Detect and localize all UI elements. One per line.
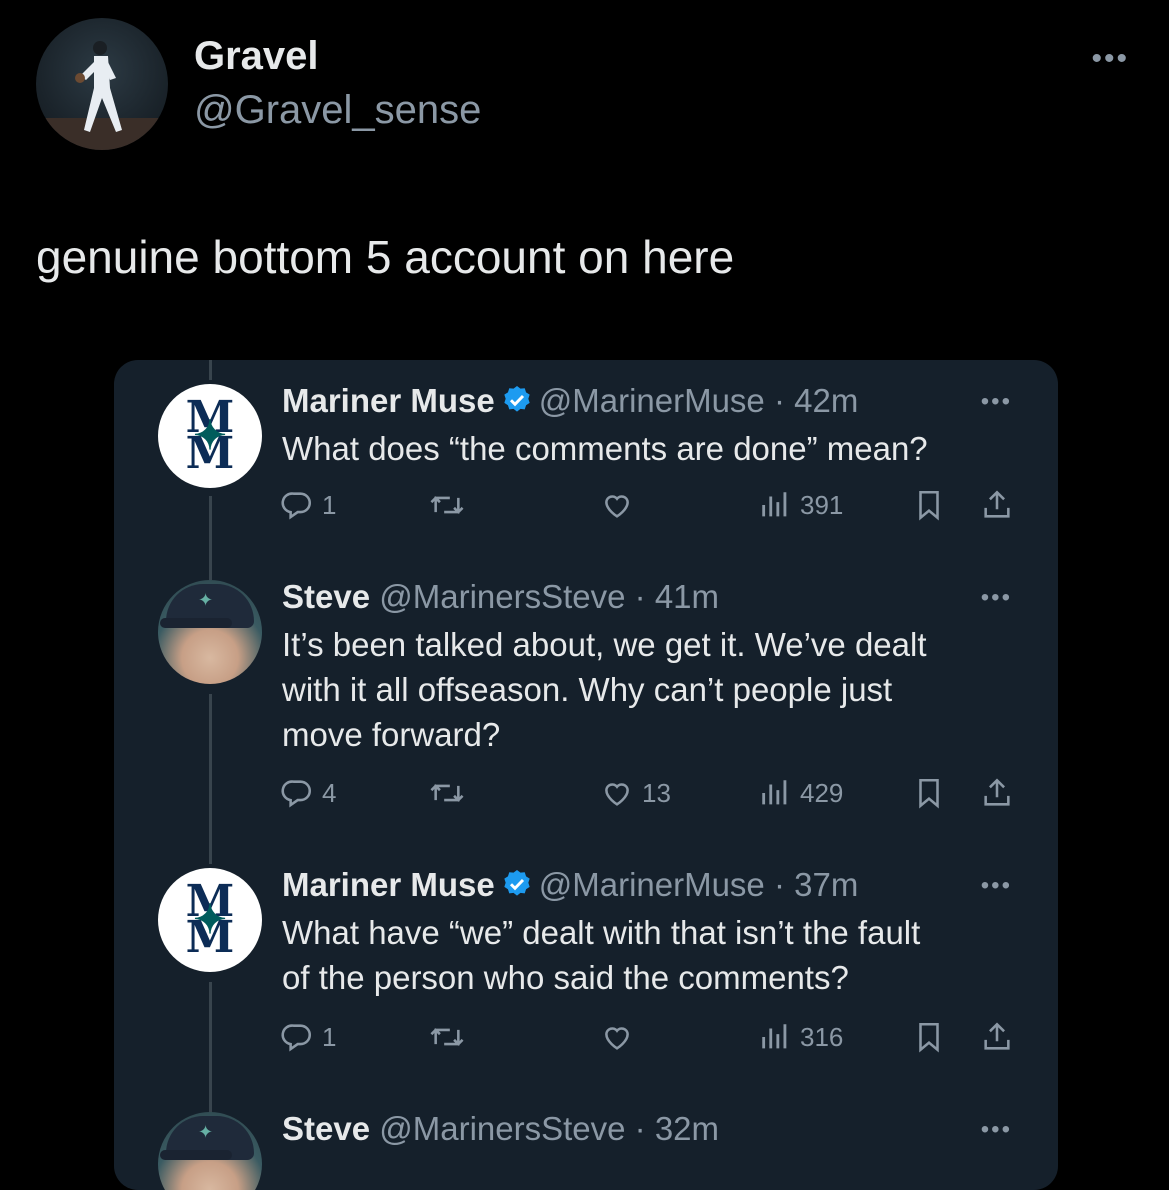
thread-line [209,694,212,864]
like-button[interactable] [600,1020,634,1054]
steve-avatar[interactable]: ✦ [158,580,262,684]
author-avatar[interactable] [36,18,168,150]
more-options-icon[interactable]: ••• [981,872,1012,900]
views-button[interactable]: 429 [758,776,843,810]
heart-icon [605,495,629,518]
bar-chart-icon [762,1024,787,1049]
views-button[interactable]: 391 [758,488,843,522]
mariners-logo: M M ✦ [185,876,235,963]
baseball-player-silhouette [36,41,168,150]
steve-avatar[interactable]: ✦ [158,1112,262,1190]
tweet-time: · 32m [634,1110,720,1147]
like-button[interactable] [600,488,634,522]
compass-star-icon: ✦ [193,412,227,459]
tweet-header: Steve @MarinersSteve · 32m [282,1110,719,1148]
tweet-text: What does “the comments are done” mean? [282,430,928,467]
tweet-header: Mariner Muse @MarinerMuse · 42m [282,382,858,420]
more-options-icon[interactable]: ••• [981,584,1012,612]
mariners-logo-avatar[interactable]: M M ✦ [158,868,262,972]
share-icon [984,778,1010,806]
share-button[interactable] [980,488,1014,522]
thread-line [209,360,212,380]
bookmark-icon [919,778,939,809]
verified-badge-icon [504,870,530,896]
tweet-actions: 4 13 429 [280,776,1020,816]
retweet-button[interactable] [428,776,466,810]
tweet-author-name[interactable]: Steve [282,1110,370,1147]
bar-chart-icon [762,492,787,517]
tweet-text: It’s been talked about, we get it. We’ve… [282,626,927,753]
reply-icon [281,780,312,808]
cap-brim [160,618,232,628]
reply-icon [281,1024,312,1052]
verified-badge-icon [504,386,530,412]
thread-line [209,982,212,1118]
embedded-screenshot: M M ✦ Mariner Muse @MarinerMuse · 42m •••… [114,360,1058,1190]
tweet-handle[interactable]: @MarinerMuse [539,866,765,903]
share-button[interactable] [980,1020,1014,1054]
bar-chart-icon [762,780,787,805]
tweet-author-name[interactable]: Steve [282,578,370,615]
retweet-icon [430,1028,464,1046]
more-options-icon[interactable]: ••• [981,388,1012,416]
author-handle[interactable]: @Gravel_sense [194,88,481,133]
bookmark-button[interactable] [912,776,946,810]
bookmark-button[interactable] [912,1020,946,1054]
cap-brim [160,1150,232,1160]
tweet-author-name[interactable]: Mariner Muse [282,382,495,419]
tweet-time: · 41m [634,578,720,615]
share-icon [984,490,1010,518]
tweet-text: What have “we” dealt with that isn’t the… [282,914,921,996]
share-icon [984,1022,1010,1050]
retweet-icon [430,784,464,802]
tweet-header: Steve @MarinersSteve · 41m [282,578,719,616]
heart-icon [605,783,629,806]
author-name[interactable]: Gravel [194,34,319,79]
views-button[interactable]: 316 [758,1020,843,1054]
retweet-icon [430,496,464,514]
bookmark-icon [919,490,939,521]
reply-button[interactable]: 4 [280,776,336,810]
tweet-time: · 37m [773,866,859,903]
compass-logo-icon: ✦ [198,590,214,610]
compass-star-icon: ✦ [193,896,227,943]
retweet-button[interactable] [428,488,466,522]
bookmark-icon [919,1022,939,1053]
reply-icon [281,492,312,520]
tweet-handle[interactable]: @MarinersSteve [379,578,625,615]
tweet-handle[interactable]: @MarinersSteve [379,1110,625,1147]
mariners-logo-avatar[interactable]: M M ✦ [158,384,262,488]
reply-button[interactable]: 1 [280,488,336,522]
tweet-author-name[interactable]: Mariner Muse [282,866,495,903]
tweet-actions: 1 391 [280,488,1020,528]
thread-line [209,496,212,580]
bookmark-button[interactable] [912,488,946,522]
more-options-icon[interactable]: ••• [981,1116,1012,1144]
compass-logo-icon: ✦ [198,1122,214,1142]
tweet-actions: 1 316 [280,1020,1020,1060]
more-options-icon[interactable]: ••• [1091,42,1129,76]
post-text: genuine bottom 5 account on here [36,231,735,283]
like-button[interactable]: 13 [600,776,671,810]
tweet-header: Mariner Muse @MarinerMuse · 37m [282,866,858,904]
reply-button[interactable]: 1 [280,1020,336,1054]
tweet-handle[interactable]: @MarinerMuse [539,382,765,419]
share-button[interactable] [980,776,1014,810]
tweet-time: · 42m [773,382,859,419]
heart-icon [605,1027,629,1050]
retweet-button[interactable] [428,1020,466,1054]
mariners-logo: M M ✦ [185,392,235,479]
